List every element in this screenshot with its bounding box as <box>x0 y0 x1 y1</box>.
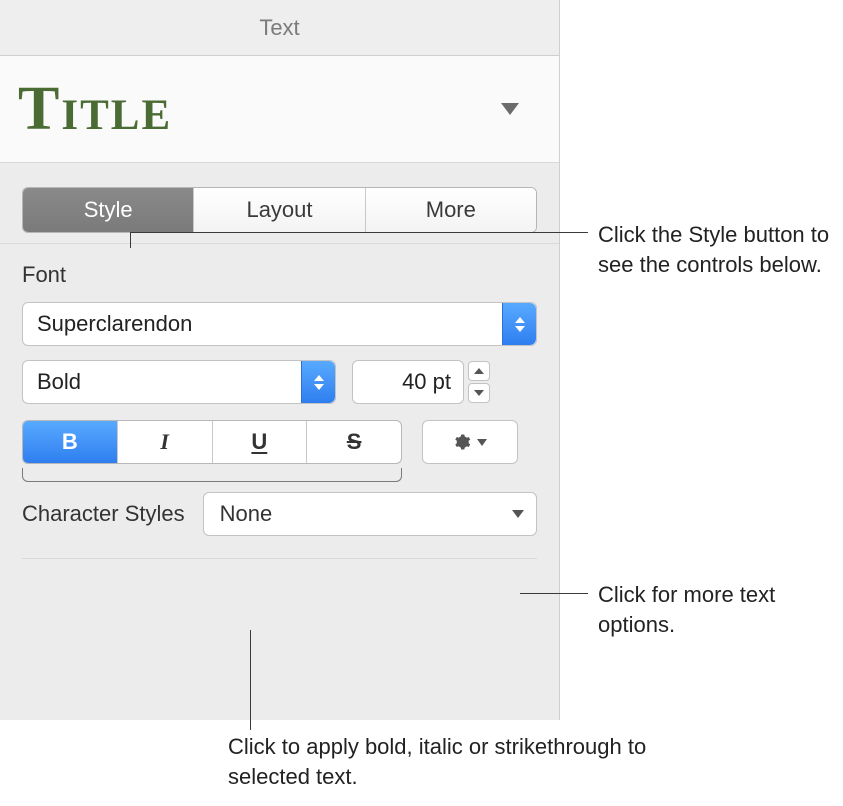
italic-button[interactable]: I <box>118 421 213 463</box>
italic-glyph: I <box>160 429 169 455</box>
callout-leader <box>130 232 588 233</box>
font-weight-popup[interactable]: Bold <box>22 360 336 404</box>
bold-glyph: B <box>62 429 78 455</box>
character-styles-value: None <box>220 501 273 527</box>
callout-leader <box>250 630 251 730</box>
strikethrough-button[interactable]: S <box>307 421 401 463</box>
callout-bracket <box>22 468 402 482</box>
font-weight-value: Bold <box>23 369 301 395</box>
underline-glyph: U <box>251 429 267 455</box>
popup-arrows-icon <box>301 361 335 403</box>
font-family-popup[interactable]: Superclarendon <box>22 302 537 346</box>
tab-layout-label: Layout <box>246 197 312 223</box>
font-size-step-down[interactable] <box>468 383 490 403</box>
strike-glyph: S <box>347 429 362 455</box>
callout-more-options: Click for more text options. <box>598 580 823 639</box>
font-size-step-up[interactable] <box>468 361 490 381</box>
inspector-tabs: Style Layout More <box>22 187 537 233</box>
font-size-field[interactable]: 40 pt <box>352 360 464 404</box>
more-text-options-button[interactable] <box>422 420 518 464</box>
format-panel: Text Title Style Layout More Font Superc… <box>0 0 560 720</box>
popup-arrows-icon <box>502 303 536 345</box>
bold-button[interactable]: B <box>23 421 118 463</box>
font-size-value: 40 pt <box>402 369 451 395</box>
callout-bius: Click to apply bold, italic or strikethr… <box>228 732 648 791</box>
text-style-buttons: B I U S <box>22 420 402 464</box>
tab-more[interactable]: More <box>366 188 536 232</box>
panel-header-title: Text <box>259 15 299 41</box>
callout-leader <box>130 232 131 248</box>
callout-style-tab: Click the Style button to see the contro… <box>598 220 833 279</box>
paragraph-style-name: Title <box>18 78 501 140</box>
callout-leader <box>520 593 588 594</box>
font-family-value: Superclarendon <box>23 311 502 337</box>
chevron-down-icon <box>477 439 487 446</box>
panel-header: Text <box>0 0 559 56</box>
character-styles-label: Character Styles <box>22 501 185 527</box>
gear-icon <box>453 433 471 451</box>
tab-style[interactable]: Style <box>23 188 194 232</box>
chevron-down-icon <box>512 510 524 518</box>
underline-button[interactable]: U <box>213 421 308 463</box>
font-section-label: Font <box>22 262 537 288</box>
font-size-stepper <box>468 361 490 403</box>
tab-more-label: More <box>426 197 476 223</box>
tab-layout[interactable]: Layout <box>194 188 365 232</box>
chevron-down-icon <box>501 103 519 115</box>
character-styles-popup[interactable]: None <box>203 492 537 536</box>
paragraph-style-picker[interactable]: Title <box>0 56 559 163</box>
tab-style-label: Style <box>84 197 133 223</box>
